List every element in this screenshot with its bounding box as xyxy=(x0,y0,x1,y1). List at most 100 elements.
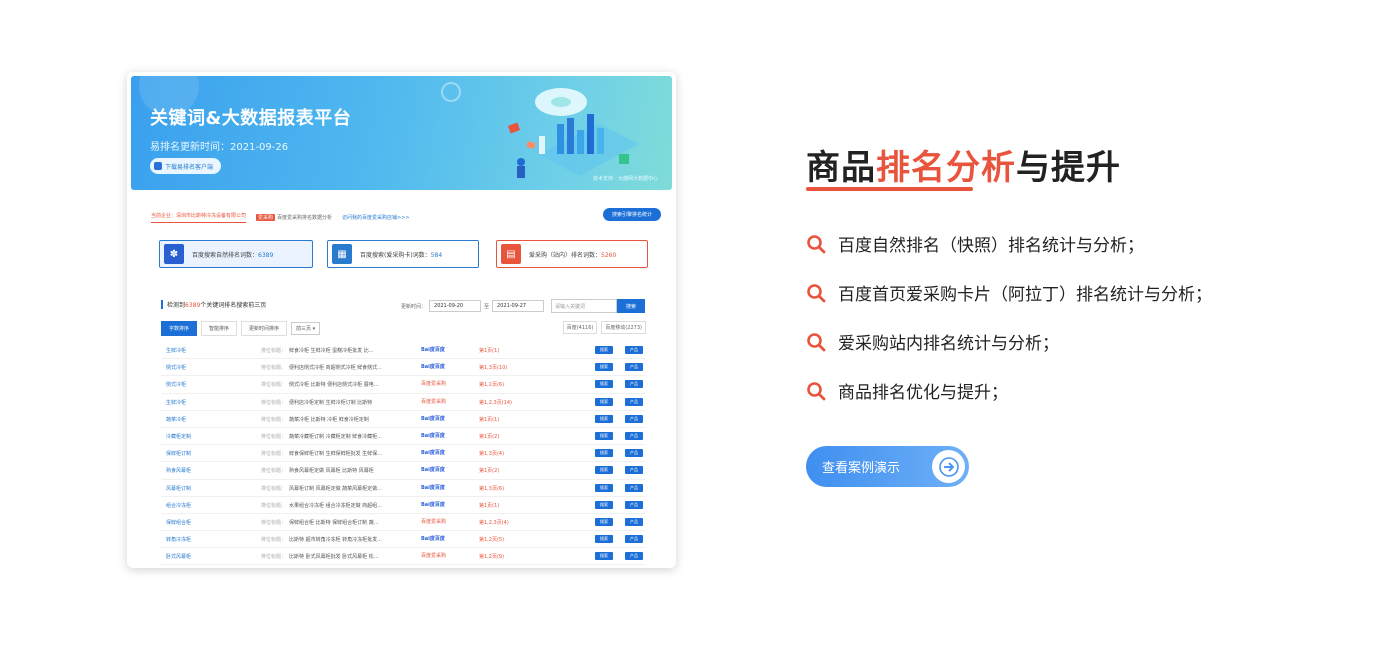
table-row: 生鲜冷柜 排位标题： 便利店冷柜定制 生鲜冷柜订制 比斯特 百度爱采购 第1,2,3页(… xyxy=(161,394,645,411)
table-row: 侧式冷柜 排位标题： 侧式冷柜 比斯特 便利店侧式冷柜 展电... 百度爱采购 第1,2… xyxy=(161,376,645,394)
row-product-button[interactable]: 产品 xyxy=(625,380,643,389)
row-keyword[interactable]: 冷藏柜定制 xyxy=(166,433,191,440)
stat-natural-label: 百度搜索自然排名词数： xyxy=(192,251,259,259)
table-row: 保鲜组合柜 排位标题： 保鲜组合柜 比斯特 保鲜组合柜订制 蔬... 百度爱采购 第1,… xyxy=(161,514,645,532)
date-filter: 更新时间： 2021-09-20 至 2021-09-27 xyxy=(401,300,545,312)
row-search-button[interactable]: 搜索 xyxy=(595,449,613,458)
row-keyword[interactable]: 卧式风幕柜 xyxy=(166,553,191,560)
page-range-value: 前三页 xyxy=(296,326,312,332)
row-rank: 第1,2,3页(4) xyxy=(479,519,509,526)
tab-current-company[interactable]: 当前企业：深圳市比斯特冷冻设备有限公司 xyxy=(151,212,247,223)
feature-text: 百度首页爱采购卡片（阿拉丁）排名统计与分析； xyxy=(838,285,1212,305)
row-rank: 第1,2页(5) xyxy=(479,537,505,544)
row-product-button[interactable]: 产品 xyxy=(625,449,643,458)
download-client-button[interactable]: 下载易排名客户端 xyxy=(150,158,222,174)
row-search-button[interactable]: 搜索 xyxy=(595,414,613,423)
sort-tab-smart[interactable]: 智能排序 xyxy=(201,321,238,336)
row-rank: 第1页(2) xyxy=(479,468,500,475)
row-keyword[interactable]: 风幕柜订制 xyxy=(166,485,191,492)
row-product-button[interactable]: 产品 xyxy=(625,414,643,423)
date-label: 更新时间： xyxy=(401,303,427,310)
row-product-button[interactable]: 产品 xyxy=(625,517,643,526)
row-title: 鲜食冷柜 生鲜冷柜 蛋糕冷柜批发 比... xyxy=(289,348,374,354)
engine-tab-baidu-mobile[interactable]: 百度移动(2273) xyxy=(601,321,646,334)
feature-text: 商品排名优化与提升； xyxy=(838,383,1008,403)
row-keyword[interactable]: 侧式冷柜 xyxy=(166,364,186,371)
row-title-label: 排位标题： xyxy=(261,399,287,406)
tab-aicaigou-analysis[interactable]: 爱采购 百度爱采购排名数据分析 xyxy=(256,213,332,221)
row-keyword[interactable]: 生鲜冷柜 xyxy=(166,399,186,406)
baidu-paw-icon: ✽ xyxy=(164,244,184,264)
row-product-button[interactable]: 产品 xyxy=(625,397,643,406)
row-keyword[interactable]: 蔬菜冷柜 xyxy=(166,416,186,423)
row-search-button[interactable]: 搜索 xyxy=(595,346,613,354)
title-underline xyxy=(806,187,973,191)
stat-aicaigou-card: ▦ 百度搜索(爱采购卡)词数：584 xyxy=(327,240,479,268)
date-from-field[interactable]: 2021-09-20 xyxy=(429,300,482,312)
sort-tabs: 字数排序 智能排序 更新时间排序 前三页 ▾ xyxy=(161,321,321,336)
table-row: 保鲜柜订制 排位标题： 鲜食保鲜柜订制 生鲜保鲜柜批发 生鲜保... Bai度百度 第1… xyxy=(161,445,645,463)
search-icon xyxy=(807,381,826,400)
row-title-label: 排位标题： xyxy=(261,537,287,544)
row-keyword[interactable]: 侧式冷柜 xyxy=(166,381,186,388)
list-prefix: 检测到 xyxy=(167,302,186,309)
row-rank: 第1页(1) xyxy=(479,416,500,423)
row-keyword[interactable]: 转角冷冻柜 xyxy=(166,536,191,543)
row-title: 水果组合冷冻柜 组合冷冻柜定做 商超组... xyxy=(289,502,382,509)
row-product-button[interactable]: 产品 xyxy=(625,552,643,561)
download-icon xyxy=(154,162,162,170)
row-search-button[interactable]: 搜索 xyxy=(595,500,613,509)
banner-updated-time: 易排名更新时间：2021-09-26 xyxy=(150,142,289,153)
row-search-button[interactable]: 搜索 xyxy=(595,535,613,544)
row-keyword[interactable]: 组合冷冻柜 xyxy=(166,502,191,509)
view-demo-button[interactable]: 查看案例演示 xyxy=(806,446,969,487)
row-product-button[interactable]: 产品 xyxy=(625,500,643,509)
sort-tab-updated[interactable]: 更新时间排序 xyxy=(241,321,288,336)
row-search-button[interactable]: 搜索 xyxy=(595,380,613,389)
sort-tab-wordcount[interactable]: 字数排序 xyxy=(161,321,198,336)
row-product-button[interactable]: 产品 xyxy=(625,363,643,372)
row-engine-logo: Bai度百度 xyxy=(421,432,445,439)
row-search-button[interactable]: 搜索 xyxy=(595,466,613,475)
preview-tabs-row: 当前企业：深圳市比斯特冷冻设备有限公司 爱采购 百度爱采购排名数据分析 访问我的… xyxy=(151,208,661,226)
row-engine-logo: Bai度百度 xyxy=(421,364,445,371)
keyword-search-input[interactable]: 请输入关键词 xyxy=(551,299,617,313)
row-search-button[interactable]: 搜索 xyxy=(595,363,613,372)
row-product-button[interactable]: 产品 xyxy=(625,483,643,492)
row-product-button[interactable]: 产品 xyxy=(625,431,643,440)
date-to-field[interactable]: 2021-09-27 xyxy=(492,300,545,312)
row-engine-logo: Bai度百度 xyxy=(421,450,445,457)
row-search-button[interactable]: 搜索 xyxy=(595,552,613,561)
row-title-label: 排位标题： xyxy=(261,502,287,509)
engine-tab-baidu[interactable]: 百度(4116) xyxy=(562,321,598,334)
search-engine-stats-button[interactable]: 搜索引擎排名统计 xyxy=(602,208,661,221)
row-title-label: 排位标题： xyxy=(261,433,287,440)
row-rank: 第1页(1) xyxy=(479,348,500,354)
row-keyword[interactable]: 保鲜柜订制 xyxy=(166,450,191,457)
row-title-label: 排位标题： xyxy=(261,485,287,492)
row-search-button[interactable]: 搜索 xyxy=(595,431,613,440)
visit-store-link[interactable]: 访问我的百度爱采购店铺>>> xyxy=(342,214,410,221)
row-title: 保鲜组合柜 比斯特 保鲜组合柜订制 蔬... xyxy=(289,519,379,526)
row-product-button[interactable]: 产品 xyxy=(625,535,643,544)
row-product-button[interactable]: 产品 xyxy=(625,346,643,354)
stat-aicaigou-station: ▤ 爱采购（站内）排名词数：5260 xyxy=(496,240,648,268)
card-grid-icon: ▦ xyxy=(332,244,352,264)
row-rank: 第1,3页(6) xyxy=(479,485,505,492)
row-search-button[interactable]: 搜索 xyxy=(595,517,613,526)
page-range-select[interactable]: 前三页 ▾ xyxy=(291,322,321,335)
row-keyword[interactable]: 保鲜组合柜 xyxy=(166,519,191,526)
row-search-button[interactable]: 搜索 xyxy=(595,483,613,492)
feature-text: 爱采购站内排名统计与分析； xyxy=(838,334,1059,354)
row-search-button[interactable]: 搜索 xyxy=(595,397,613,406)
row-product-button[interactable]: 产品 xyxy=(625,466,643,475)
row-keyword[interactable]: 生鲜冷柜 xyxy=(166,347,186,354)
keyword-search-button[interactable]: 搜索 xyxy=(617,299,645,313)
row-rank: 第1页(1) xyxy=(479,502,500,509)
row-rank: 第1,3页(10) xyxy=(479,365,508,372)
keyword-search: 请输入关键词 搜索 xyxy=(551,299,645,313)
list-suffix: 个关键词排名搜索前三页 xyxy=(200,302,267,309)
search-icon xyxy=(807,332,826,351)
row-keyword[interactable]: 熟食风幕柜 xyxy=(166,467,191,474)
row-title-label: 排位标题： xyxy=(261,519,287,526)
